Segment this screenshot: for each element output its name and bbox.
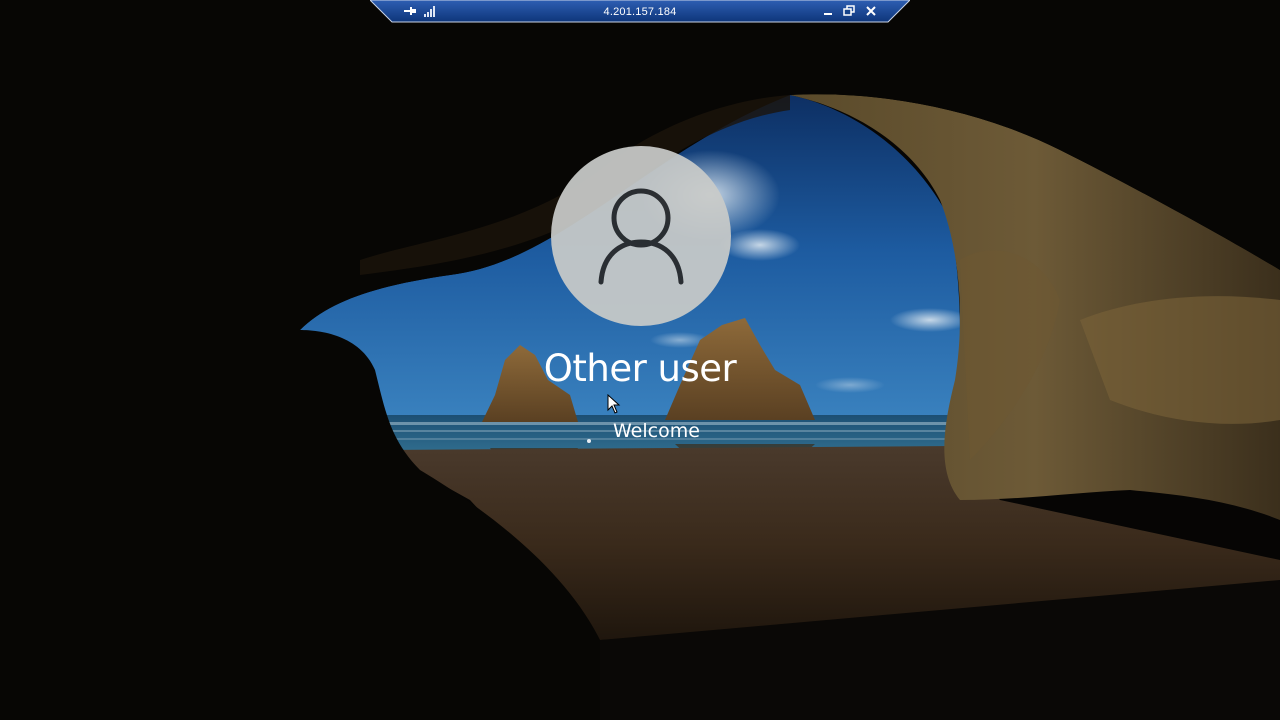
sign-in-status: Welcome	[560, 418, 780, 446]
user-silhouette-icon	[598, 188, 684, 285]
close-icon[interactable]	[864, 4, 878, 18]
connection-title: 4.201.157.184	[603, 6, 677, 18]
lock-screen: 4.201.157.184 Other user Welcome	[0, 0, 1280, 720]
mouse-cursor-icon	[607, 394, 621, 414]
user-name: Other user	[543, 347, 737, 390]
connection-signal-icon[interactable]	[424, 5, 436, 17]
user-avatar	[551, 146, 731, 326]
status-text: Welcome	[613, 420, 700, 442]
pin-icon[interactable]	[402, 4, 418, 18]
remote-connection-bar[interactable]: 4.201.157.184	[370, 0, 910, 24]
minimize-icon[interactable]	[821, 4, 835, 18]
restore-icon[interactable]	[842, 4, 856, 18]
loading-dot-icon	[587, 439, 591, 443]
